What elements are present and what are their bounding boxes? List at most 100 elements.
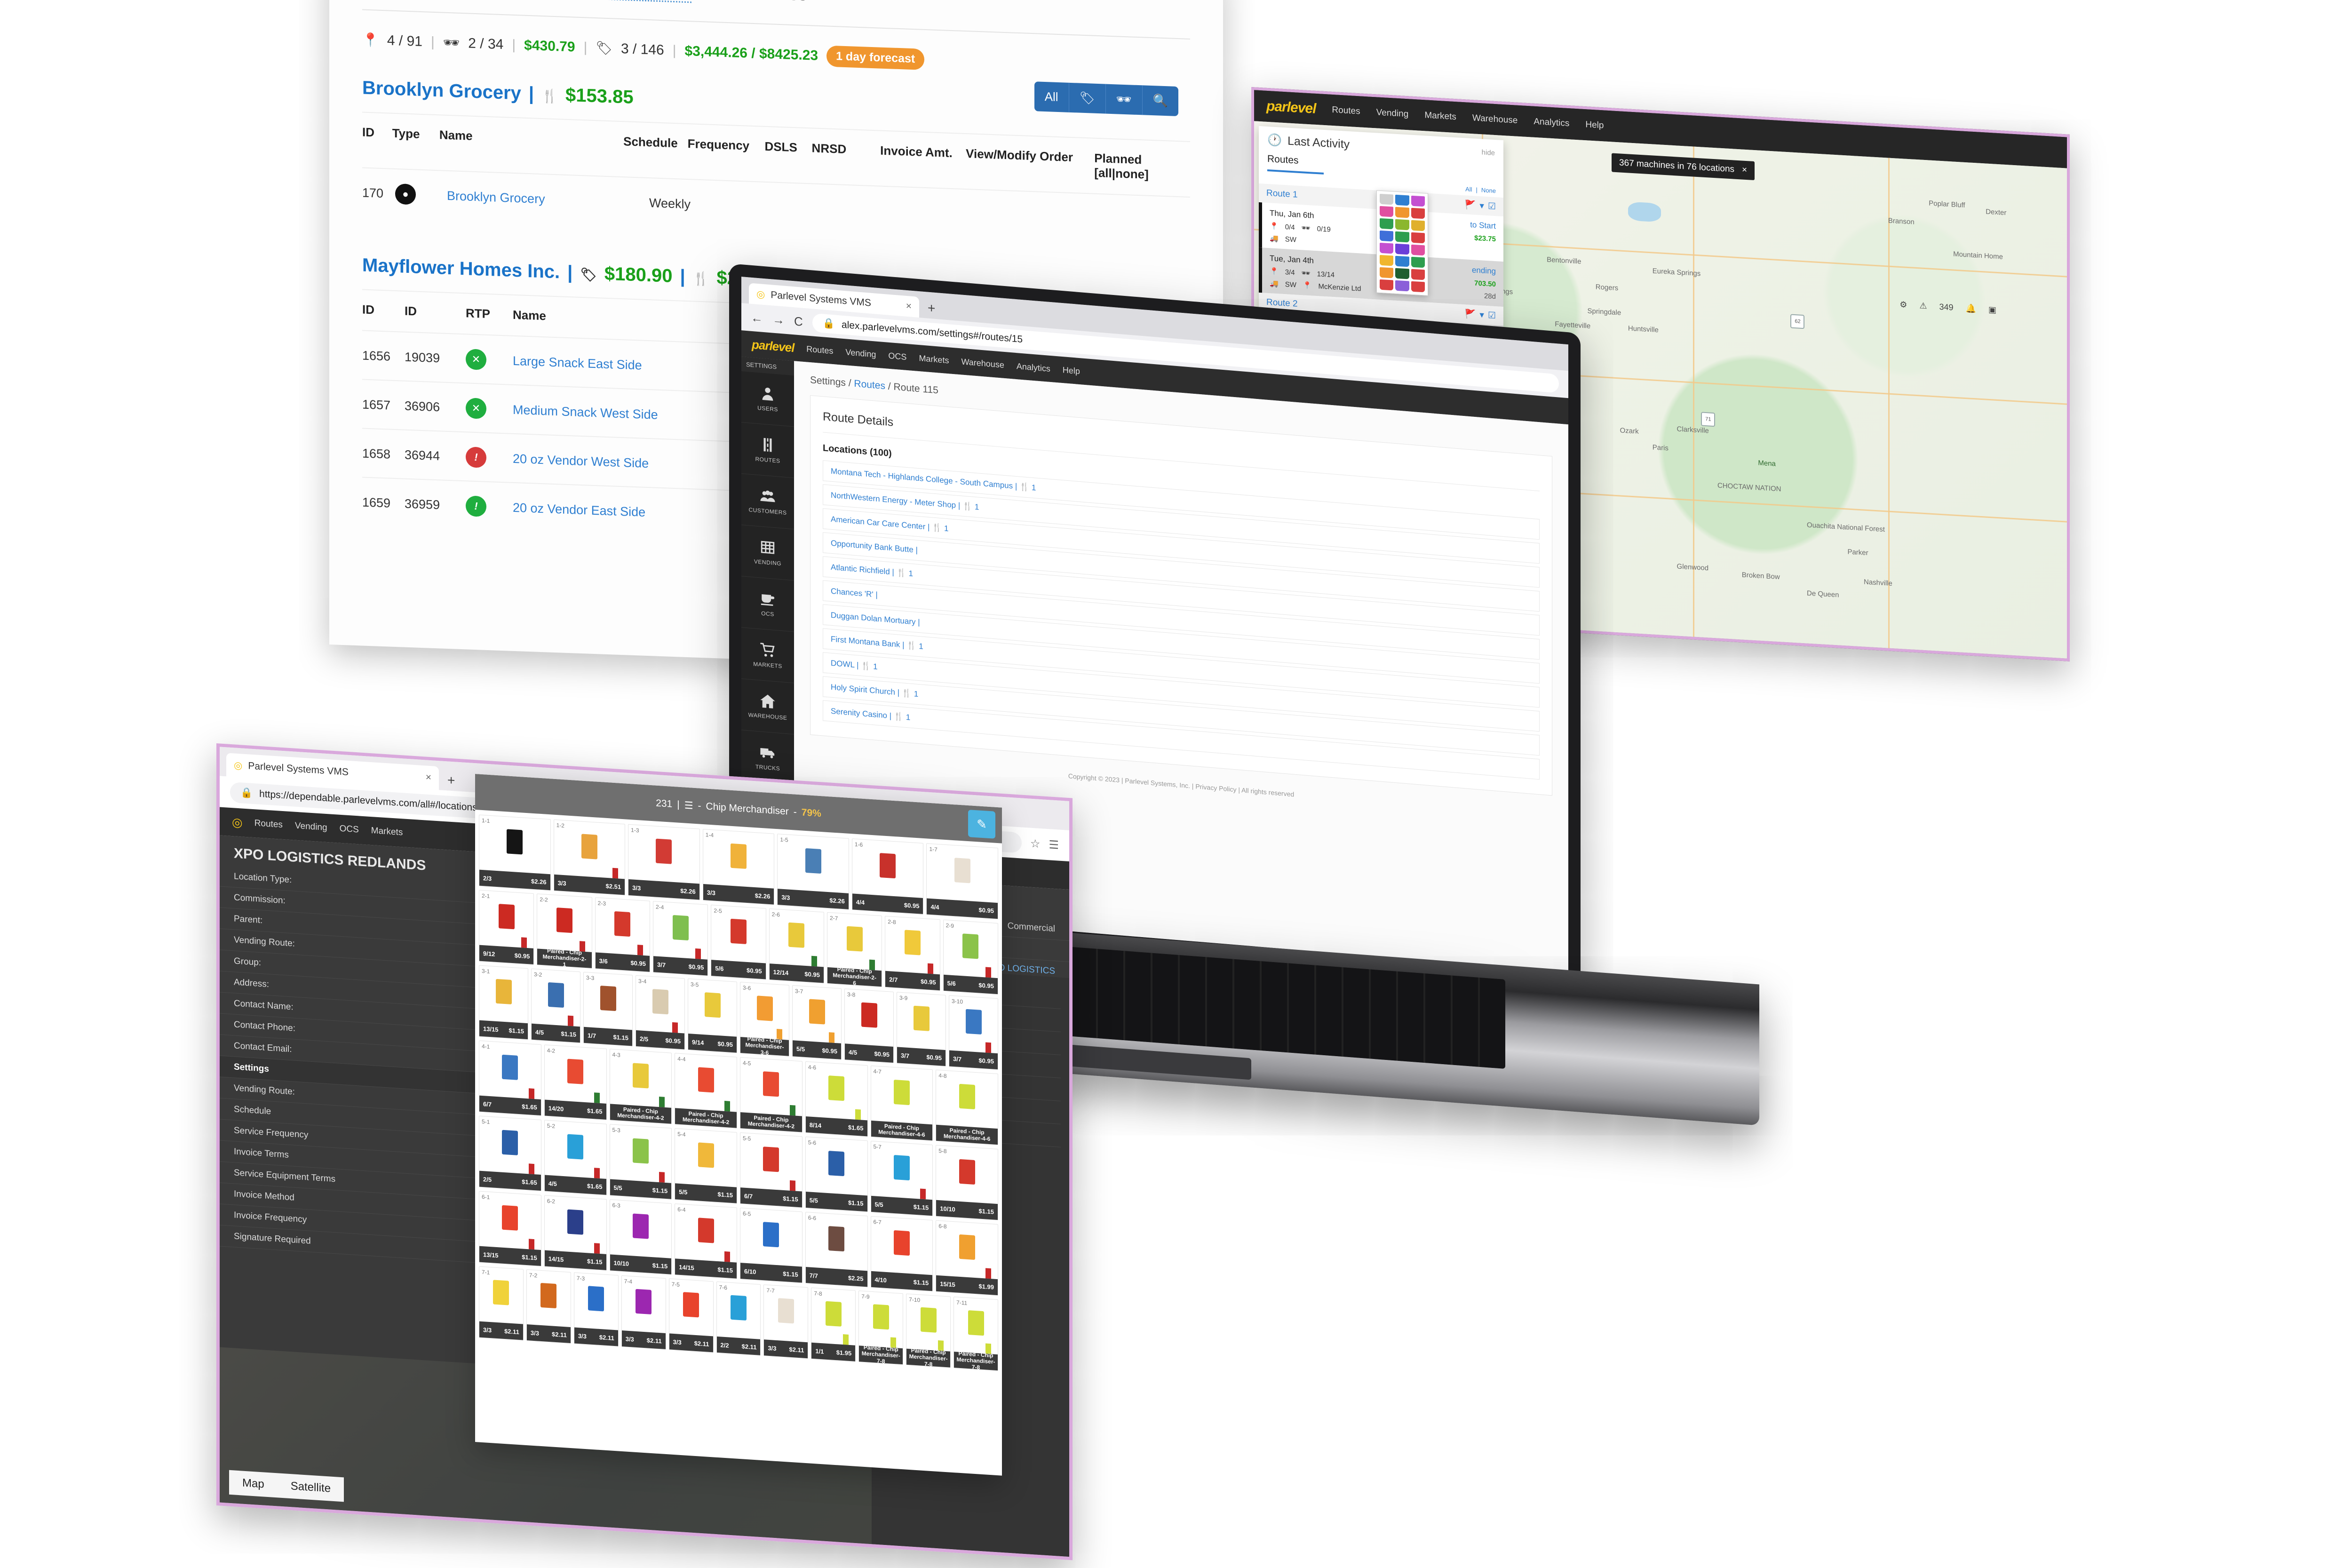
- planogram-slot[interactable]: 2-4 3/7 $0.95: [652, 901, 708, 976]
- planogram-slot[interactable]: 5-4 5/5 $1.15: [675, 1128, 737, 1204]
- location-name[interactable]: DOWL: [831, 659, 854, 669]
- planogram-slot[interactable]: 7-9 Paired - Chip Merchandiser-7-8: [858, 1290, 904, 1365]
- close-icon[interactable]: ×: [1742, 165, 1747, 175]
- location-name[interactable]: Duggan Dolan Mortuary: [831, 611, 915, 627]
- tab-routes[interactable]: Routes: [1267, 153, 1299, 166]
- row-name[interactable]: Brooklyn Grocery: [447, 188, 649, 210]
- section-name[interactable]: Brooklyn Grocery: [362, 77, 521, 104]
- planogram-slot[interactable]: 7-5 3/3 $2.11: [668, 1278, 714, 1353]
- nav-analytics[interactable]: Analytics: [1017, 361, 1050, 374]
- menu-icon[interactable]: ☰: [1049, 838, 1059, 852]
- color-swatch[interactable]: [1380, 206, 1394, 217]
- forward-icon[interactable]: →: [772, 312, 785, 327]
- row-name[interactable]: 20 oz Vendor West Side: [513, 451, 739, 474]
- planogram-slot[interactable]: 7-3 3/3 $2.11: [573, 1272, 619, 1347]
- location-name[interactable]: Serenity Casino: [831, 707, 887, 720]
- hide-link[interactable]: hide: [1482, 148, 1495, 157]
- location-name[interactable]: NorthWestern Energy - Meter Shop: [831, 491, 956, 510]
- map-type-controls[interactable]: Map Satellite: [229, 1470, 344, 1502]
- planogram-slot[interactable]: 5-2 4/5 $1.65: [544, 1120, 607, 1195]
- planogram-slot[interactable]: 4-8 Paired - Chip Merchandiser-4-6: [936, 1069, 998, 1146]
- row-name[interactable]: 20 oz Vendor East Side: [513, 500, 739, 523]
- nav-warehouse[interactable]: Warehouse: [961, 357, 1004, 370]
- route-1-name[interactable]: Route 1: [1266, 188, 1298, 200]
- planogram-slot[interactable]: 7-6 2/2 $2.11: [716, 1281, 761, 1356]
- planogram-slot[interactable]: 4-5 Paired - Chip Merchandiser-4-2: [740, 1057, 803, 1133]
- color-swatch[interactable]: [1411, 244, 1425, 256]
- planogram-slot[interactable]: 6-5 6/10 $1.15: [740, 1208, 803, 1283]
- select-none-link[interactable]: None: [1481, 186, 1496, 194]
- alert-icon[interactable]: ⚠: [1919, 301, 1927, 311]
- planogram-slot[interactable]: 3-1 13/15 $1.15: [479, 965, 528, 1040]
- planogram-slot[interactable]: 5-7 5/5 $1.15: [870, 1140, 933, 1217]
- planogram-slot[interactable]: 5-6 5/5 $1.15: [805, 1136, 868, 1212]
- planogram-slot[interactable]: 1-5 3/3 $2.26: [777, 834, 849, 910]
- row-name[interactable]: Medium Snack West Side: [513, 402, 739, 425]
- color-swatch[interactable]: [1395, 231, 1409, 243]
- planogram-slot[interactable]: 6-2 14/15 $1.15: [544, 1195, 607, 1271]
- nav-markets[interactable]: Markets: [919, 353, 949, 366]
- planogram-slot[interactable]: 1-4 3/3 $2.26: [702, 828, 775, 905]
- parlevel-logo[interactable]: parlevel: [1266, 98, 1316, 117]
- planogram-slot[interactable]: 3-7 5/5 $0.95: [792, 985, 842, 1060]
- location-name[interactable]: First Montana Bank: [831, 635, 900, 649]
- planogram-slot[interactable]: 2-8 2/7 $0.95: [885, 915, 940, 991]
- planogram-slot[interactable]: 3-2 4/5 $1.15: [531, 968, 580, 1043]
- nav-vending[interactable]: Vending: [1376, 107, 1409, 119]
- planogram-slot[interactable]: 3-8 4/5 $0.95: [844, 988, 894, 1063]
- planogram-slot[interactable]: 5-1 2/5 $1.65: [479, 1115, 541, 1192]
- chevron-down-icon[interactable]: ▾: [1479, 200, 1484, 212]
- nav-help[interactable]: Help: [1063, 365, 1080, 376]
- sidebar-item-ocs[interactable]: OCS: [741, 576, 794, 632]
- planogram-slot[interactable]: 1-3 3/3 $2.26: [628, 824, 700, 900]
- sidebar-item-vending[interactable]: VENDING: [741, 525, 794, 581]
- planogram-slot[interactable]: 4-6 8/14 $1.65: [805, 1061, 868, 1137]
- planogram-slot[interactable]: 3-10 3/7 $0.95: [949, 995, 998, 1070]
- planogram-slot[interactable]: 3-5 9/14 $0.95: [688, 978, 737, 1053]
- planogram-slot[interactable]: 2-1 9/12 $0.95: [479, 890, 534, 965]
- nav-routes[interactable]: Routes: [806, 344, 833, 356]
- planogram-slot[interactable]: 3-6 Paired - Chip Merchandiser-3-6: [740, 982, 789, 1057]
- planogram-slot[interactable]: 7-1 3/3 $2.11: [479, 1266, 524, 1341]
- nav-ocs[interactable]: OCS: [340, 824, 359, 836]
- planogram-slot[interactable]: 6-3 10/10 $1.15: [609, 1199, 672, 1275]
- section-name-2[interactable]: Mayflower Homes Inc.: [362, 255, 560, 283]
- color-swatch[interactable]: [1395, 219, 1409, 231]
- planogram-slot[interactable]: 3-9 3/7 $0.95: [897, 992, 946, 1067]
- planogram-slot[interactable]: 6-8 15/15 $1.99: [936, 1220, 998, 1296]
- star-icon[interactable]: ☆: [1030, 836, 1041, 851]
- nav-warehouse[interactable]: Warehouse: [1472, 113, 1518, 126]
- nav-markets[interactable]: Markets: [371, 826, 403, 838]
- location-name[interactable]: American Car Care Center: [831, 515, 925, 532]
- new-tab-button[interactable]: +: [447, 772, 455, 788]
- planogram-slot[interactable]: 2-7 Paired - Chip Merchandiser-2-6: [826, 912, 882, 987]
- planogram-slot[interactable]: 4-1 6/7 $1.65: [479, 1040, 541, 1116]
- nav-markets[interactable]: Markets: [1424, 110, 1456, 122]
- marker-icon[interactable]: 🚩: [1465, 199, 1476, 211]
- breadcrumb-truck[interactable]: 115 - RT 141: [599, 0, 692, 3]
- satellite-button[interactable]: Satellite: [278, 1473, 344, 1502]
- view-all-button[interactable]: All: [1034, 81, 1069, 112]
- color-swatch[interactable]: [1380, 242, 1394, 254]
- breadcrumb-settings[interactable]: Settings: [810, 374, 846, 388]
- color-swatch[interactable]: [1395, 243, 1409, 255]
- nav-help[interactable]: Help: [1585, 119, 1604, 131]
- planogram-slot[interactable]: 2-5 5/6 $0.95: [711, 905, 766, 980]
- settings-gear-icon[interactable]: ⚙: [1899, 300, 1907, 310]
- planogram-slot[interactable]: 3-3 1/7 $1.15: [583, 971, 633, 1047]
- planogram-slot[interactable]: 2-3 3/6 $0.95: [595, 897, 650, 972]
- nav-vending[interactable]: Vending: [845, 347, 876, 359]
- planogram-slot[interactable]: 2-6 12/14 $0.95: [769, 908, 824, 984]
- color-swatch[interactable]: [1411, 220, 1425, 231]
- parlevel-logo[interactable]: ◎: [232, 815, 242, 830]
- planogram-slot[interactable]: 4-7 Paired - Chip Merchandiser-4-6: [870, 1065, 933, 1141]
- planogram-slot[interactable]: 1-1 2/3 $2.26: [479, 814, 551, 891]
- color-swatch[interactable]: [1395, 207, 1409, 218]
- planogram-slot[interactable]: 2-9 5/6 $0.95: [943, 919, 998, 995]
- reload-icon[interactable]: C: [794, 314, 803, 329]
- new-tab-button[interactable]: +: [928, 301, 935, 316]
- bell-icon[interactable]: 🔔: [1966, 303, 1976, 314]
- planogram-slot[interactable]: 7-11 Paired - Chip Merchandiser-7-8: [954, 1297, 998, 1371]
- planogram-slot[interactable]: 1-2 3/3 $2.51: [553, 819, 626, 896]
- view-toggle-group[interactable]: All 🏷 🕶 🔍: [1034, 81, 1178, 117]
